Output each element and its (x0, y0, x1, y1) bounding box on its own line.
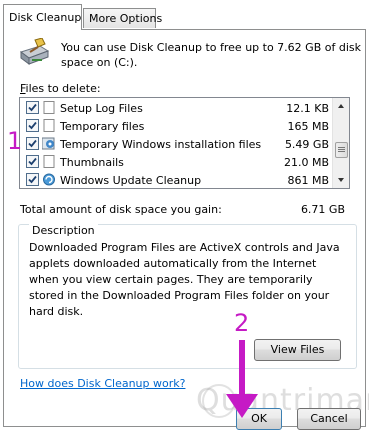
blank-file-icon (42, 101, 56, 114)
checkbox[interactable] (26, 101, 39, 114)
file-size: 165 MB (287, 120, 329, 133)
step-1-annotation: 1 (7, 127, 23, 155)
files-list[interactable]: Setup Log Files 12.1 KB Temporary files … (19, 97, 350, 189)
file-size: 21.0 MB (283, 156, 329, 169)
checkbox[interactable] (26, 155, 39, 168)
file-size: 12.1 KB (286, 102, 329, 115)
list-item[interactable]: Setup Log Files 12.1 KB (20, 100, 333, 117)
list-item[interactable]: Temporary Windows installation files 5.4… (20, 136, 333, 153)
total-space-value: 6.71 GB (300, 203, 345, 216)
disk-cleanup-drive-icon (18, 37, 50, 70)
files-scrollbar[interactable] (332, 98, 349, 188)
list-item[interactable]: Temporary files 165 MB (20, 118, 333, 135)
file-name: Temporary files (60, 120, 145, 133)
file-name: Thumbnails (60, 156, 124, 169)
tab-disk-cleanup[interactable]: Disk Cleanup (3, 4, 82, 30)
blank-file-icon (42, 155, 56, 168)
intro-text: You can use Disk Cleanup to free up to 7… (61, 41, 361, 69)
blank-file-icon (42, 119, 56, 132)
step-2-annotation: 2 (234, 309, 250, 337)
file-size: 5.49 GB (284, 138, 329, 151)
checkbox[interactable] (26, 173, 39, 186)
checkbox[interactable] (26, 119, 39, 132)
windows-setup-icon (41, 137, 56, 150)
windows-update-icon (42, 173, 56, 186)
files-to-delete-label: Files to delete: (20, 82, 101, 95)
cancel-button[interactable]: Cancel (297, 408, 361, 430)
scroll-thumb[interactable] (335, 142, 348, 158)
help-link[interactable]: How does Disk Cleanup work? (20, 377, 185, 390)
description-text: Downloaded Program Files are ActiveX con… (29, 241, 340, 318)
list-item[interactable]: Windows Update Cleanup 861 MB (20, 172, 333, 188)
checkbox[interactable] (26, 137, 39, 150)
tab-more-options[interactable]: More Options (83, 8, 162, 28)
list-item[interactable]: Thumbnails 21.0 MB (20, 154, 333, 171)
pointer-arrow-icon (226, 340, 258, 418)
file-size: 861 MB (287, 174, 329, 187)
description-title: Description (29, 224, 98, 237)
files-label-rest: iles to delete: (25, 82, 101, 95)
file-name: Setup Log Files (60, 102, 143, 115)
file-name: Windows Update Cleanup (60, 174, 202, 187)
file-name: Temporary Windows installation files (60, 138, 262, 151)
scroll-up-arrow-icon[interactable] (333, 98, 349, 114)
total-space-label: Total amount of disk space you gain: (20, 203, 222, 216)
tab-strip: Disk Cleanup More Options (0, 0, 369, 30)
scroll-down-arrow-icon[interactable] (333, 172, 349, 188)
